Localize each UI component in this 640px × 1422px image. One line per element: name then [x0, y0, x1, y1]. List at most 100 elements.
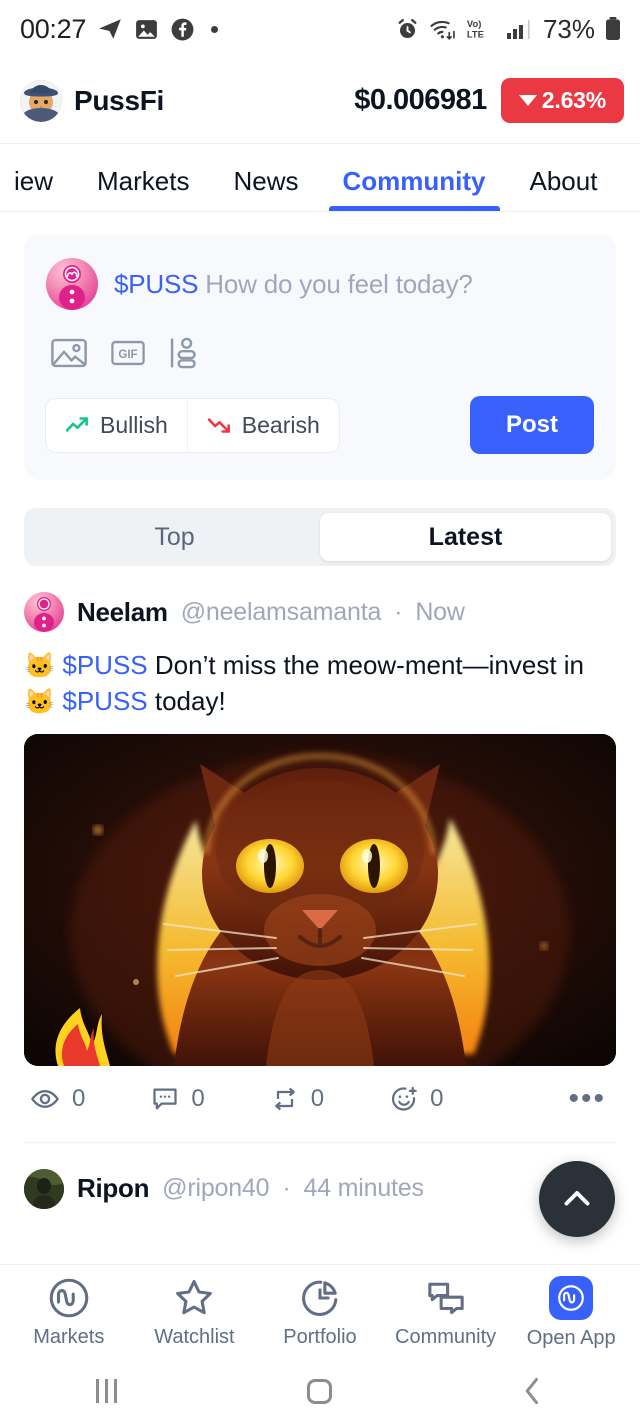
post-meta-separator: · — [282, 1174, 291, 1203]
nav-item-markets[interactable]: Markets — [6, 1277, 132, 1349]
post-header[interactable]: Ripon @ripon40 · 44 minutes — [24, 1168, 616, 1209]
post-body: 🐱 $PUSS Don’t miss the meow-ment—invest … — [24, 648, 616, 720]
comment-count: 0 — [191, 1084, 205, 1112]
clock: 00:27 — [20, 13, 87, 44]
post-ticker-1[interactable]: $PUSS — [62, 650, 147, 680]
nav-label-community: Community — [395, 1325, 497, 1348]
post-author-handle: @ripon40 — [162, 1174, 270, 1203]
nav-item-portfolio[interactable]: Portfolio — [257, 1277, 383, 1349]
feed-post[interactable]: Neelam @neelamsamanta · Now 🐱 $PUSS Don’… — [24, 566, 616, 1143]
chat-bubbles-icon — [427, 1282, 464, 1314]
sort-top-option[interactable]: Top — [29, 513, 320, 561]
back-icon[interactable] — [473, 1376, 593, 1406]
alarm-icon — [395, 17, 420, 42]
page-content: $PUSS How do you feel today? GIF Bullish… — [0, 234, 640, 1209]
coin-header: PussFi $0.006981 2.63% — [0, 58, 640, 144]
post-meta-separator: · — [394, 597, 403, 626]
reaction-icon — [392, 1086, 417, 1111]
post-button[interactable]: Post — [469, 396, 594, 454]
battery-icon — [604, 16, 622, 42]
triangle-down-icon — [518, 95, 537, 106]
composer-ticker[interactable]: $PUSS — [114, 269, 198, 299]
android-navigation-bar[interactable] — [0, 1360, 640, 1422]
status-bar: 00:27 Vo) LTE 73% — [0, 0, 640, 58]
cmc-markets-icon — [49, 1278, 89, 1317]
signal-icon — [506, 17, 532, 41]
coin-name: PussFi — [74, 84, 165, 116]
svg-text:LTE: LTE — [467, 28, 484, 39]
composer-action-row[interactable]: Bullish Bearish Post — [46, 396, 594, 454]
tab-community[interactable]: Community — [328, 166, 500, 211]
svg-text:Vo): Vo) — [467, 18, 481, 29]
avatar[interactable] — [24, 1168, 64, 1209]
tab-about[interactable]: About — [530, 166, 598, 211]
post-timestamp: 44 minutes — [303, 1174, 424, 1203]
poll-icon[interactable] — [168, 336, 198, 370]
gallery-icon — [134, 17, 159, 42]
search-input[interactable]: How do you feel today? — [205, 269, 473, 299]
image-icon[interactable] — [50, 337, 88, 369]
nav-item-open-app[interactable]: Open App — [508, 1275, 634, 1350]
facebook-icon — [170, 17, 195, 42]
nav-item-watchlist[interactable]: Watchlist — [132, 1277, 258, 1349]
repost-icon — [274, 1087, 295, 1111]
bottom-navigation[interactable]: Markets Watchlist Portfolio Community Op… — [0, 1264, 640, 1360]
tab-markets[interactable]: Markets — [97, 166, 189, 211]
wifi-icon — [429, 17, 456, 42]
chevron-up-icon — [564, 1191, 590, 1206]
feed-sort-toggle[interactable]: Top Latest — [24, 508, 616, 566]
reaction-button[interactable]: 0 — [390, 1085, 443, 1113]
post-timestamp: Now — [415, 597, 465, 626]
nav-item-community[interactable]: Community — [383, 1277, 509, 1349]
battery-percent: 73% — [542, 13, 595, 44]
post-image[interactable] — [24, 733, 616, 1066]
composer-placeholder-row[interactable]: $PUSS How do you feel today? — [114, 269, 473, 300]
cat-with-hat-logo — [20, 79, 62, 122]
eye-icon — [31, 1089, 59, 1108]
cmc-app-icon[interactable] — [549, 1275, 594, 1320]
bearish-label: Bearish — [241, 411, 320, 438]
post-header[interactable]: Neelam @neelamsamanta · Now — [24, 592, 616, 632]
price-change-value: 2.63% — [541, 87, 606, 113]
bullish-label: Bullish — [100, 411, 168, 438]
scroll-to-top-button[interactable] — [539, 1161, 615, 1237]
pie-chart-icon — [302, 1280, 338, 1316]
post-engagement-bar[interactable]: 0 0 0 0 ••• — [24, 1083, 616, 1114]
app-screen: 00:27 Vo) LTE 73% PussFi $0.006981 2.63%… — [0, 0, 640, 1422]
post-author-name[interactable]: Ripon — [77, 1173, 149, 1204]
nav-label-markets: Markets — [33, 1325, 105, 1348]
tab-news[interactable]: News — [233, 166, 298, 211]
avatar[interactable] — [24, 592, 64, 632]
cat-emoji-icon: 🐱 — [24, 652, 56, 680]
post-more-button[interactable]: ••• — [568, 1083, 606, 1114]
sort-latest-option[interactable]: Latest — [320, 513, 611, 561]
nav-label-watchlist: Watchlist — [154, 1325, 235, 1348]
bullish-button[interactable]: Bullish — [46, 399, 187, 452]
composer-media-row[interactable]: GIF — [50, 336, 594, 370]
coin-tab-bar[interactable]: iew Markets News Community About — [0, 144, 640, 212]
star-icon — [176, 1279, 213, 1314]
svg-text:GIF: GIF — [118, 349, 137, 361]
composer-input-row[interactable]: $PUSS How do you feel today? — [46, 258, 594, 310]
nav-label-portfolio: Portfolio — [283, 1325, 357, 1348]
post-composer[interactable]: $PUSS How do you feel today? GIF Bullish… — [24, 234, 616, 480]
comment-icon — [153, 1088, 177, 1110]
home-icon[interactable] — [260, 1378, 380, 1404]
recent-apps-icon[interactable] — [47, 1379, 167, 1403]
status-bar-left: 00:27 — [20, 13, 219, 45]
post-ticker-2[interactable]: $PUSS — [62, 686, 147, 716]
feed-post[interactable]: Ripon @ripon40 · 44 minutes — [24, 1143, 616, 1209]
volte-icon: Vo) LTE — [465, 16, 497, 42]
view-count: 0 — [72, 1084, 86, 1112]
reaction-count: 0 — [430, 1084, 444, 1112]
comment-button[interactable]: 0 — [151, 1084, 205, 1113]
sentiment-group[interactable]: Bullish Bearish — [46, 398, 339, 452]
view-count-button[interactable]: 0 — [30, 1085, 85, 1113]
post-author-name[interactable]: Neelam — [77, 597, 168, 628]
gif-icon[interactable]: GIF — [110, 338, 146, 368]
cat-emoji-icon-2: 🐱 — [24, 687, 56, 716]
bearish-button[interactable]: Bearish — [186, 398, 339, 452]
repost-button[interactable]: 0 — [271, 1085, 324, 1113]
tab-overview[interactable]: iew — [14, 166, 53, 211]
post-author-handle: @neelamsamanta — [180, 597, 382, 626]
